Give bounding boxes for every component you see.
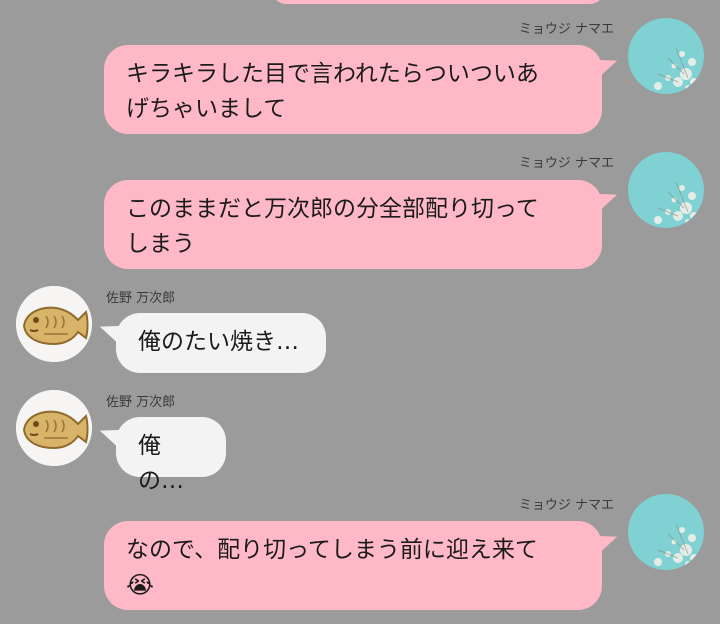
message-bubble[interactable]: 俺のたい焼き… (116, 313, 326, 373)
sender-name: 佐野 万次郎 (106, 291, 176, 306)
message-text: なので、配り切ってしまう前に迎え来て (126, 537, 538, 563)
crying-face-icon: 😭 (126, 571, 155, 599)
sender-name: 佐野 万次郎 (106, 395, 176, 410)
message-bubble[interactable]: このままだと万次郎の分全部配り切って しまう (104, 180, 602, 269)
flowers-icon (628, 152, 704, 228)
message-bubble[interactable]: キラキラした目で言われたらついついあ げちゃいまして (104, 45, 602, 134)
previous-message-bubble[interactable] (272, 0, 604, 4)
taiyaki-icon (16, 286, 92, 362)
sender-name: ミョウジ ナマエ (518, 156, 614, 171)
user-avatar[interactable] (628, 152, 704, 228)
sender-name: ミョウジ ナマエ (518, 498, 614, 513)
contact-avatar[interactable] (16, 390, 92, 466)
message-bubble[interactable]: 俺の… (116, 417, 226, 494)
taiyaki-icon (16, 390, 92, 466)
sender-name: ミョウジ ナマエ (518, 22, 614, 37)
message-bubble[interactable]: なので、配り切ってしまう前に迎え来て 😭 (104, 521, 602, 610)
chat-thread: ミョウジ ナマエ キラキラした目で言われたらついついあ げちゃいまして ミョウジ… (0, 0, 720, 624)
contact-avatar[interactable] (16, 286, 92, 362)
flowers-icon (628, 18, 704, 94)
flowers-icon (628, 494, 704, 570)
user-avatar[interactable] (628, 494, 704, 570)
user-avatar[interactable] (628, 18, 704, 94)
